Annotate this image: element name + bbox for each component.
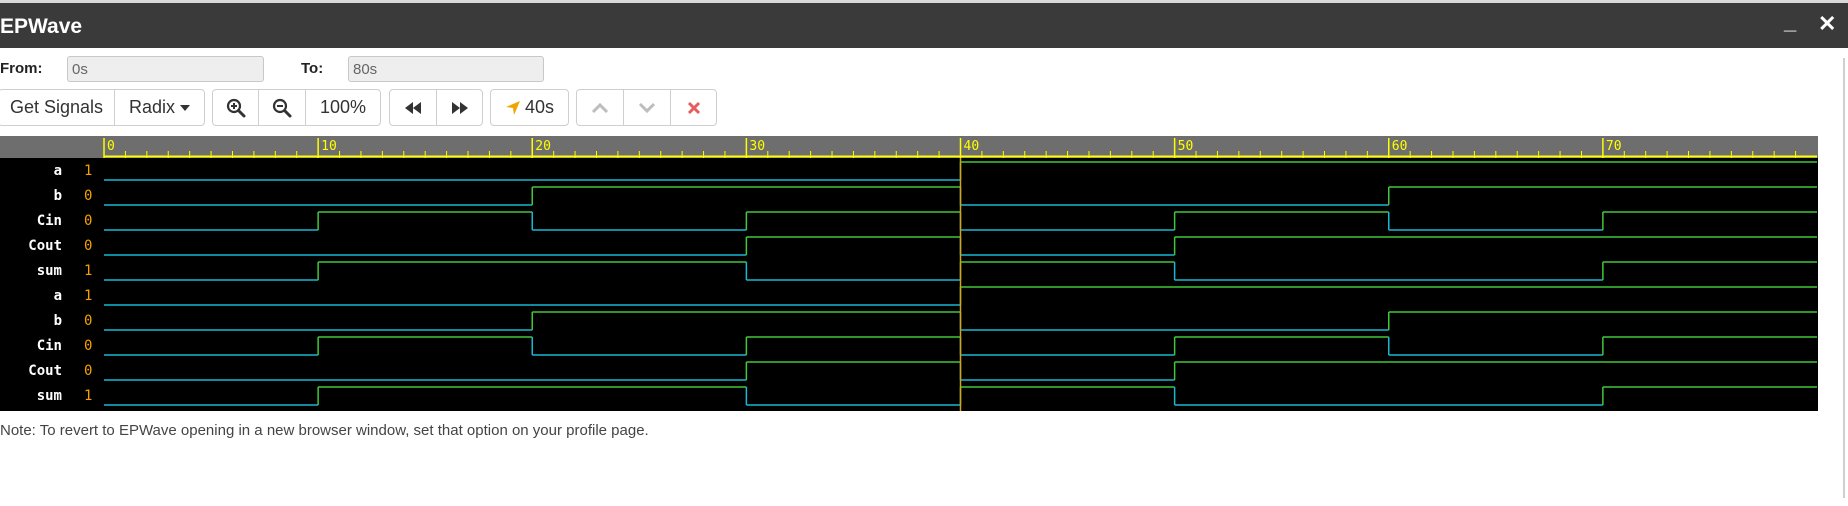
move-up-button[interactable]: [576, 89, 624, 126]
signal-name: Cin: [37, 213, 62, 229]
location-arrow-icon: [505, 100, 520, 115]
signal-name: Cout: [28, 363, 62, 379]
tick-label: 10: [321, 139, 337, 154]
waveform-viewer[interactable]: 0 10 20 30 40 50 60 70a 1b 0Cin 0Cout 0sum 1a 1b 0Cin 0…: [0, 136, 1818, 411]
signal-name: b: [54, 188, 62, 204]
zoom-in-icon: [226, 98, 245, 117]
scrollbar-track[interactable]: [1843, 58, 1845, 498]
signal-value: 1: [84, 163, 92, 179]
tick-label: 30: [749, 139, 765, 154]
caret-down-icon: [180, 104, 191, 111]
signal-name: b: [54, 313, 62, 329]
zoom-in-button[interactable]: [212, 89, 259, 126]
radix-label: Radix: [128, 97, 176, 117]
signal-value: 0: [84, 188, 92, 204]
signal-name: sum: [37, 263, 62, 279]
remove-signal-button[interactable]: [670, 89, 717, 126]
jump-back-button[interactable]: [389, 89, 437, 126]
to-label: To:: [301, 60, 324, 77]
tick-label: 50: [1178, 139, 1194, 154]
signal-value: 1: [84, 263, 92, 279]
time-axis: [0, 136, 1818, 158]
signal-name: sum: [37, 388, 62, 404]
radix-button[interactable]: Radix: [114, 89, 205, 126]
signal-value: 0: [84, 363, 92, 379]
title-bar: EPWave _ ✕: [0, 3, 1848, 48]
profile-note: Note: To revert to EPWave opening in a n…: [0, 422, 649, 439]
cursor-time: 40s: [524, 97, 555, 117]
wave-canvas: [0, 158, 1818, 411]
zoom-level: 100%: [319, 97, 367, 117]
from-field[interactable]: [67, 56, 264, 82]
signal-value: 1: [84, 288, 92, 304]
to-field[interactable]: [348, 56, 544, 82]
chevron-up-icon: [591, 102, 609, 113]
move-down-button[interactable]: [623, 89, 671, 126]
zoom-out-icon: [272, 98, 292, 117]
close-button[interactable]: ✕: [1818, 11, 1836, 37]
tick-label: 70: [1606, 139, 1622, 154]
jump-forward-button[interactable]: [436, 89, 483, 126]
window-title: EPWave: [0, 15, 83, 38]
signal-value: 0: [84, 313, 92, 329]
tick-label: 40: [964, 139, 980, 154]
tick-label: 20: [535, 139, 551, 154]
signal-value: 1: [84, 388, 92, 404]
signal-value: 0: [84, 338, 92, 354]
signal-value: 0: [84, 238, 92, 254]
signal-value: 0: [84, 213, 92, 229]
minimize-button[interactable]: _: [1784, 9, 1796, 35]
get-signals-button[interactable]: Get Signals: [0, 89, 115, 126]
zoom-level-button[interactable]: 100%: [305, 89, 381, 126]
signal-name: Cout: [28, 238, 62, 254]
fast-backward-icon: [405, 101, 421, 114]
zoom-out-button[interactable]: [258, 89, 306, 126]
tick-label: 0: [107, 139, 115, 154]
delete-x-icon: [687, 101, 700, 114]
signal-name: a: [54, 288, 62, 304]
get-signals-label: Get Signals: [9, 97, 104, 117]
cursor-time-button[interactable]: 40s: [490, 89, 569, 126]
scrollbar[interactable]: [1840, 48, 1848, 506]
signal-name: Cin: [37, 338, 62, 354]
from-label: From:: [0, 60, 43, 77]
tick-label: 60: [1392, 139, 1408, 154]
chevron-down-icon: [638, 102, 656, 113]
signal-name: a: [54, 163, 62, 179]
fast-forward-icon: [451, 101, 468, 114]
